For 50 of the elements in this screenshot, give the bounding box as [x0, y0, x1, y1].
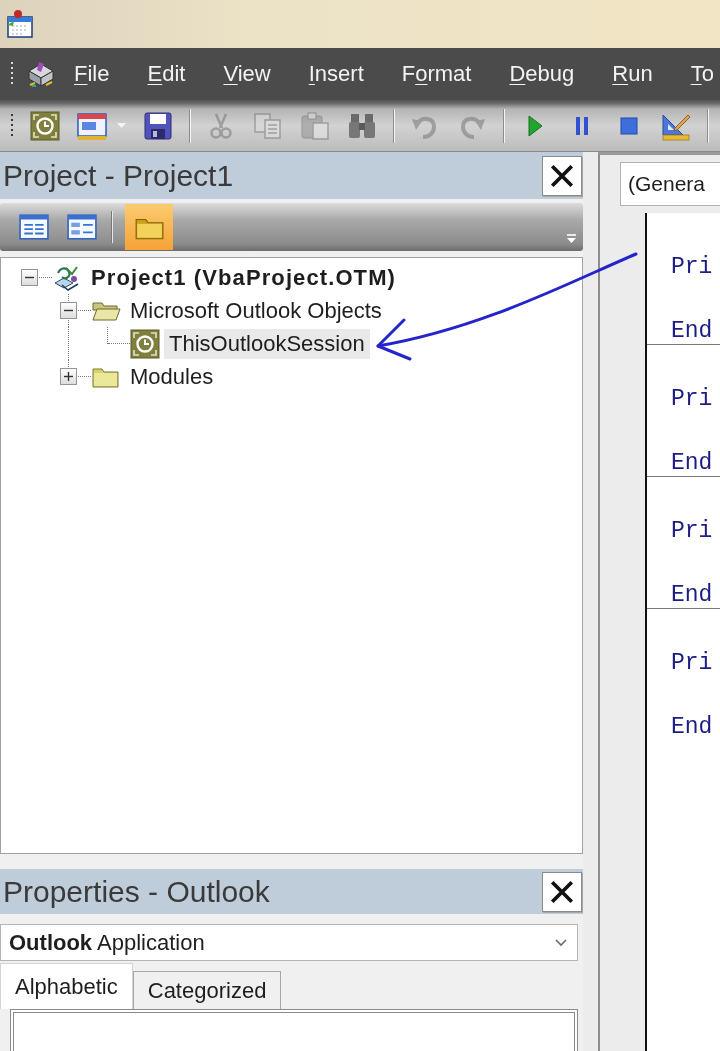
close-button[interactable] — [542, 155, 582, 196]
app-icon — [26, 59, 56, 89]
code-line: End — [671, 713, 713, 741]
window-icon — [77, 110, 107, 141]
menu-item[interactable]: Format — [401, 61, 472, 87]
module-button[interactable] — [28, 108, 62, 143]
object-combo[interactable]: (Genera — [620, 162, 720, 206]
object-combo[interactable]: Outlook Application — [0, 924, 578, 961]
code-line: Pri — [671, 649, 713, 677]
toggle-folders-button[interactable] — [125, 204, 173, 250]
close-icon — [549, 878, 575, 905]
tab[interactable]: Categorized — [132, 971, 282, 1009]
menu-item[interactable]: Insert — [308, 61, 364, 87]
tree-item[interactable]: Modules — [125, 361, 219, 392]
expand-icon[interactable] — [60, 368, 77, 385]
menu-item[interactable]: Run — [612, 61, 653, 87]
pane-title: Properties - Outlook — [3, 874, 270, 909]
code-line: End — [671, 317, 713, 345]
tree-item[interactable]: Microsoft Outlook Objects — [125, 295, 387, 326]
tree-item[interactable]: Project1 (VbaProject.OTM) — [86, 262, 401, 293]
collapse-icon[interactable] — [60, 302, 77, 319]
menu-item[interactable]: View — [223, 61, 271, 87]
pane-title: Project - Project1 — [3, 158, 234, 193]
close-button[interactable] — [542, 871, 582, 912]
tree-item[interactable]: ThisOutlookSession — [164, 328, 370, 359]
clock-icon — [30, 110, 60, 141]
code-line: End — [671, 581, 713, 609]
code-editor[interactable]: Pri End Pri End Pri End Pri End — [647, 213, 720, 1051]
close-icon — [549, 162, 575, 189]
menu-item[interactable]: Edit — [147, 61, 186, 87]
menu-item[interactable]: To — [690, 61, 714, 87]
code-line: End — [671, 449, 713, 477]
collapse-icon[interactable] — [21, 269, 38, 286]
form-window-icon — [67, 212, 97, 242]
menu-item[interactable]: File — [74, 61, 110, 87]
clipboard-icon — [300, 110, 330, 141]
list-window-icon — [19, 212, 49, 242]
code-line: Pri — [671, 253, 713, 281]
app-icon — [5, 9, 35, 39]
overflow-icon[interactable] — [566, 234, 577, 245]
code-line: Pri — [671, 517, 713, 545]
grip-icon[interactable] — [10, 61, 14, 87]
tab[interactable]: Alphabetic — [0, 963, 133, 1009]
caret-icon — [117, 123, 126, 128]
menu-item[interactable]: Debug — [509, 61, 575, 87]
copy-icon — [253, 110, 283, 141]
clock-icon — [130, 328, 160, 359]
grip-icon[interactable] — [10, 112, 14, 139]
chevron-down-icon — [555, 938, 567, 947]
code-line: Pri — [671, 385, 713, 413]
